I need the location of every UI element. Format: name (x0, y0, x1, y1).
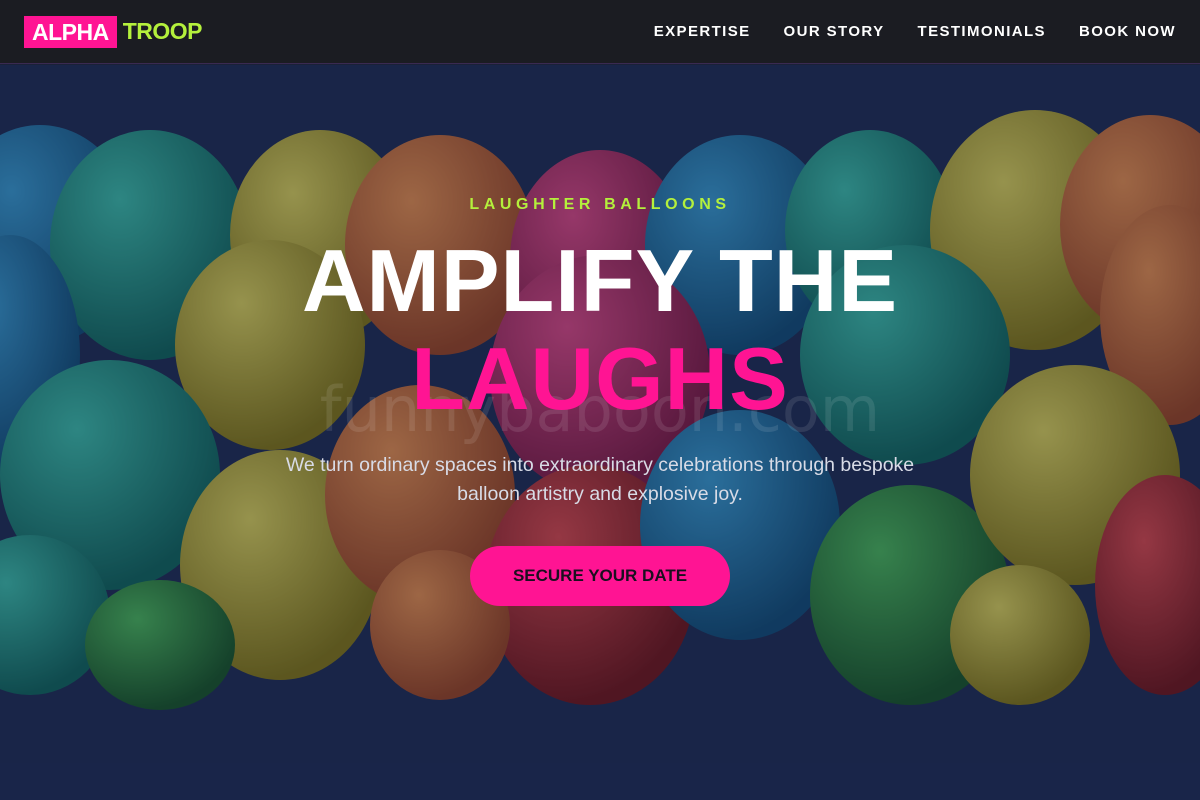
nav-link-book-now[interactable]: BOOK NOW (1079, 23, 1176, 40)
hero-eyebrow: LAUGHTER BALLOONS (469, 196, 731, 213)
nav-link-our-story[interactable]: OUR STORY (784, 23, 885, 40)
hero-content: LAUGHTER BALLOONS funnybaboon.com AMPLIF… (0, 65, 1200, 800)
brand-logo[interactable]: ALPHA TROOP (24, 15, 203, 48)
hero-headline-line2: LAUGHS (411, 329, 789, 428)
nav-link-expertise[interactable]: EXPERTISE (654, 23, 751, 40)
hero-section: LAUGHTER BALLOONS funnybaboon.com AMPLIF… (0, 65, 1200, 800)
hero-headline-line1: AMPLIFY THE (301, 231, 899, 330)
hero-subtext: We turn ordinary spaces into extraordina… (285, 454, 915, 505)
logo-secondary: TROOP (122, 18, 203, 44)
logo-primary: ALPHA (24, 15, 117, 48)
secure-your-date-button[interactable]: SECURE YOUR DATE (470, 546, 730, 606)
top-navbar: ALPHA TROOP EXPERTISE OUR STORY TESTIMON… (0, 0, 1200, 64)
nav-link-testimonials[interactable]: TESTIMONIALS (918, 23, 1046, 40)
nav-links: EXPERTISE OUR STORY TESTIMONIALS BOOK NO… (654, 23, 1176, 40)
